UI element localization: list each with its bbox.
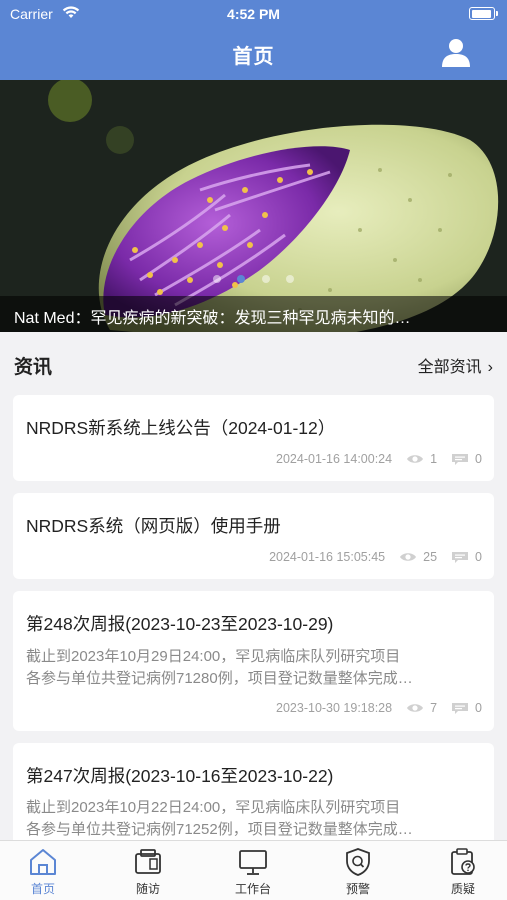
monitor-icon — [239, 850, 267, 875]
comment-icon — [452, 552, 469, 563]
news-card[interactable]: 第248次周报(2023-10-23至2023-10-29) 截止到2023年1… — [13, 591, 494, 731]
carousel-dot[interactable] — [286, 275, 295, 283]
status-time: 4:52 PM — [227, 6, 280, 22]
tab-label: 质疑 — [450, 882, 475, 896]
eye-icon — [407, 455, 424, 463]
tab-followup[interactable]: 随访 — [118, 847, 178, 897]
news-card-date: 2023-10-30 19:18:28 — [276, 701, 393, 715]
eye-icon — [400, 553, 417, 561]
news-section-header: 资讯 全部资讯 › — [14, 350, 493, 378]
all-news-label: 全部资讯 — [417, 359, 482, 376]
news-section-title: 资讯 — [14, 357, 53, 378]
carousel-indicator — [0, 270, 507, 288]
tab-label: 工作台 — [234, 882, 271, 896]
banner-image — [0, 80, 507, 332]
carousel-dot[interactable] — [261, 275, 270, 283]
shield-alert-icon — [346, 848, 370, 876]
news-card-comments: 0 — [475, 452, 482, 466]
news-card-comments: 0 — [475, 550, 482, 564]
tab-workbench[interactable]: 工作台 — [223, 847, 283, 897]
news-card-title: NRDRS新系统上线公告（2024-01-12） — [26, 418, 336, 438]
news-card-excerpt-line: 截止到2023年10月29日24:00，罕见病临床队列研究项目 — [26, 648, 401, 665]
carousel-dot-active[interactable] — [237, 275, 246, 283]
news-card-date: 2024-01-16 14:00:24 — [276, 452, 393, 466]
news-card-views: 25 — [423, 550, 438, 564]
news-card-date: 2024-01-16 15:05:45 — [269, 550, 386, 564]
news-card-excerpt-line: 各参与单位共登记病例71280例，项目登记数量整体完成… — [26, 670, 413, 687]
news-card-comments: 0 — [475, 701, 482, 715]
news-card-title: 第248次周报(2023-10-23至2023-10-29) — [26, 614, 334, 634]
top-bar: Carrier 4:52 PM 首页 — [0, 0, 507, 80]
chevron-right-icon: › — [487, 359, 493, 376]
tab-label: 首页 — [30, 882, 55, 896]
news-card-excerpt: 截止到2023年10月22日24:00，罕见病临床队列研究项目 各参与单位共登记… — [26, 797, 481, 841]
folder-icon — [135, 849, 161, 874]
news-card-excerpt-line: 截止到2023年10月22日24:00，罕见病临床队列研究项目 — [26, 799, 401, 816]
status-bar: Carrier 4:52 PM — [0, 0, 507, 28]
news-card-views: 7 — [430, 701, 438, 715]
tab-label: 随访 — [135, 882, 160, 896]
tab-home[interactable]: 首页 — [13, 847, 73, 897]
banner-caption[interactable]: Nat Med：罕见疾病的新突破：发现三种罕见病未知的… — [0, 296, 507, 332]
comment-icon — [452, 454, 469, 465]
bottom-tab-bar: 首页 随访 工作台 预警 质疑 — [0, 840, 507, 900]
carousel-dot[interactable] — [212, 275, 221, 283]
all-news-link[interactable]: 全部资讯 › — [418, 353, 493, 377]
tab-query[interactable]: 质疑 — [433, 847, 493, 897]
news-card-meta: 2024-01-16 14:00:24 1 0 — [276, 452, 482, 466]
news-card-meta: 2024-01-16 15:05:45 25 0 — [269, 550, 482, 564]
news-card-meta: 2023-10-30 19:18:28 7 0 — [276, 701, 482, 715]
news-card-excerpt: 截止到2023年10月29日24:00，罕见病临床队列研究项目 各参与单位共登记… — [26, 646, 481, 690]
news-card-title: NRDRS系统（网页版）使用手册 — [26, 516, 281, 536]
comment-icon — [452, 703, 469, 714]
news-card[interactable]: NRDRS系统（网页版）使用手册 2024-01-16 15:05:45 25 … — [13, 493, 494, 579]
news-card[interactable]: 第247次周报(2023-10-16至2023-10-22) 截止到2023年1… — [13, 743, 494, 840]
page-title: 首页 — [232, 46, 275, 68]
news-card-title: 第247次周报(2023-10-16至2023-10-22) — [26, 766, 334, 786]
battery-icon — [469, 7, 498, 20]
home-icon — [30, 849, 56, 875]
user-profile-icon[interactable] — [441, 37, 471, 67]
tab-label: 预警 — [345, 882, 370, 896]
news-card-views: 1 — [430, 452, 438, 466]
banner-carousel[interactable]: Nat Med：罕见疾病的新突破：发现三种罕见病未知的… — [0, 80, 507, 332]
tab-alert[interactable]: 预警 — [328, 847, 388, 897]
news-card-excerpt-line: 各参与单位共登记病例71252例，项目登记数量整体完成… — [26, 821, 413, 838]
news-card[interactable]: NRDRS新系统上线公告（2024-01-12） 2024-01-16 14:0… — [13, 395, 494, 481]
eye-icon — [407, 704, 424, 712]
clipboard-question-icon — [451, 848, 475, 875]
